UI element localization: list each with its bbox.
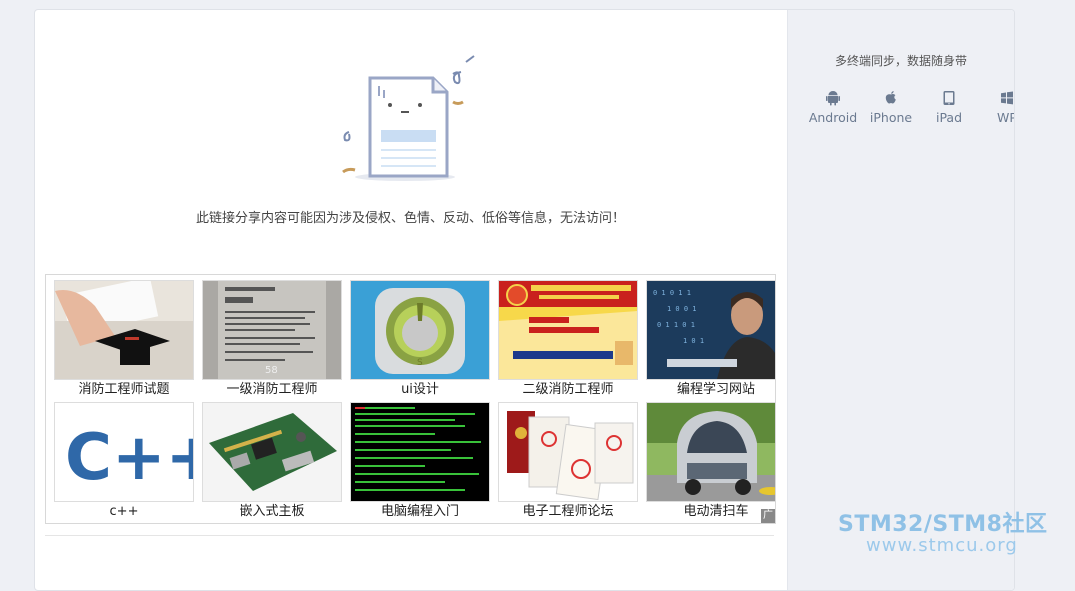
circuit-board-photo[interactable]	[202, 402, 342, 502]
ad-panel: 消防工程师试题 58 一级消防工程师 S ui设计 二级消防工程师 0 1 0 …	[45, 274, 776, 524]
watermark-url: www.stmcu.org	[866, 535, 1018, 556]
device-wp[interactable]: WP	[978, 90, 1014, 125]
tablet-icon	[943, 91, 955, 105]
device-iphone[interactable]: iPhone	[862, 90, 920, 125]
ad-label[interactable]: 嵌入式主板	[202, 502, 342, 522]
cpp-logo[interactable]: C++	[54, 402, 194, 502]
ad-label[interactable]: 二级消防工程师	[498, 380, 638, 400]
ad-item[interactable]: 0 1 0 1 1 1 0 0 1 0 1 1 0 1 1 0 1 编程学习网站	[646, 280, 775, 400]
blocked-document-illustration	[335, 52, 475, 196]
certificates-photo[interactable]	[498, 402, 638, 502]
coder-photo[interactable]: 0 1 0 1 1 1 0 0 1 0 1 1 0 1 1 0 1	[646, 280, 775, 380]
apple-icon	[885, 91, 896, 104]
svg-text:0 1 1 0 1: 0 1 1 0 1	[657, 321, 695, 329]
device-ipad[interactable]: iPad	[920, 90, 978, 125]
content-card: 此链接分享内容可能因为涉及侵权、色情、反动、低俗等信息，无法访问！ 消防工程师试…	[34, 9, 1015, 591]
ad-item[interactable]: 消防工程师试题	[54, 280, 194, 400]
ui-app-icon[interactable]: S	[350, 280, 490, 380]
ad-item[interactable]: 二级消防工程师	[498, 280, 638, 400]
blocked-message: 此链接分享内容可能因为涉及侵权、色情、反动、低俗等信息，无法访问！	[195, 211, 625, 226]
watermark-title: STM32/STM8社区	[838, 512, 1048, 537]
ad-item[interactable]: S ui设计	[350, 280, 490, 400]
sweeper-vehicle-photo[interactable]	[646, 402, 775, 502]
download-sidebar: 多终端同步，数据随身带 Android iPhone iPad WP	[787, 10, 1014, 590]
svg-text:1 0 0 1: 1 0 0 1	[667, 305, 697, 313]
ad-tag[interactable]: 广	[761, 509, 775, 523]
device-label[interactable]: WP	[997, 110, 1014, 125]
section-divider	[45, 535, 774, 536]
svg-text:C++: C++	[65, 421, 193, 495]
device-android[interactable]: Android	[804, 90, 862, 125]
ad-label[interactable]: 编程学习网站	[646, 380, 775, 400]
site-watermark: STM32/STM8社区 www.stmcu.org	[838, 506, 1047, 556]
ad-label[interactable]: ui设计	[350, 380, 490, 400]
android-icon	[826, 91, 840, 106]
ad-item[interactable]: 电动清扫车	[646, 402, 775, 522]
fire-engineer-banner[interactable]	[498, 280, 638, 380]
ad-label[interactable]: 一级消防工程师	[202, 380, 342, 400]
sidebar-title: 多终端同步，数据随身带	[834, 54, 967, 68]
terminal-screen[interactable]	[350, 402, 490, 502]
ad-item[interactable]: 嵌入式主板	[202, 402, 342, 522]
device-label[interactable]: iPad	[936, 110, 962, 125]
svg-text:58: 58	[265, 365, 278, 376]
ad-label[interactable]: 电脑编程入门	[350, 502, 490, 522]
ad-item[interactable]: 电脑编程入门	[350, 402, 490, 522]
ad-item[interactable]: C++ c++	[54, 402, 194, 522]
windows-icon	[1001, 91, 1013, 105]
ad-label[interactable]: 电子工程师论坛	[498, 502, 638, 522]
ad-label[interactable]: 电动清扫车	[646, 502, 775, 522]
exam-paper-photo[interactable]: 58	[202, 280, 342, 380]
svg-text:S: S	[417, 358, 423, 368]
device-label[interactable]: iPhone	[870, 110, 912, 125]
graduation-cap-photo[interactable]	[54, 280, 194, 380]
svg-text:1 0 1: 1 0 1	[683, 337, 704, 345]
svg-text:0 1 0 1 1: 0 1 0 1 1	[653, 289, 691, 297]
ad-label[interactable]: c++	[54, 502, 194, 522]
ad-item[interactable]: 电子工程师论坛	[498, 402, 638, 522]
ad-label[interactable]: 消防工程师试题	[54, 380, 194, 400]
ad-item[interactable]: 58 一级消防工程师	[202, 280, 342, 400]
device-label[interactable]: Android	[809, 110, 857, 125]
device-list: Android iPhone iPad WP	[804, 90, 1014, 125]
